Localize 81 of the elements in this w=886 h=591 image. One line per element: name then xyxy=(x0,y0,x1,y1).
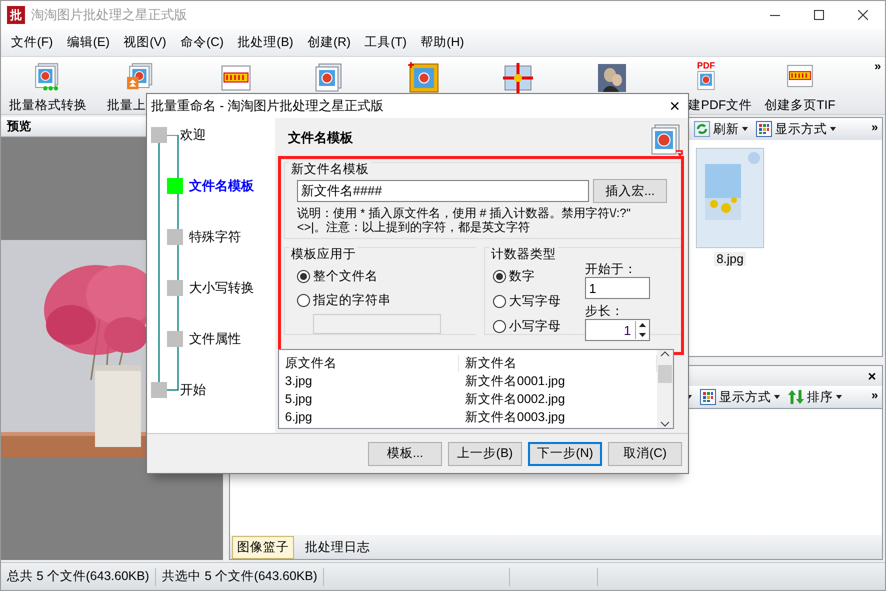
radio-option[interactable]: 大写字母 xyxy=(493,289,561,313)
photo-icon xyxy=(595,61,629,95)
dialog-button[interactable]: 取消(C) xyxy=(608,442,682,466)
scroll-down-icon[interactable] xyxy=(660,420,670,428)
template-field[interactable]: 新文件名#### xyxy=(297,180,589,202)
grid-view-icon xyxy=(700,389,716,405)
more-button[interactable]: » xyxy=(871,388,878,402)
caret-icon xyxy=(774,395,780,399)
dialog-button[interactable]: 上一步(B) xyxy=(448,442,522,466)
radio-option[interactable]: 数字 xyxy=(493,264,561,288)
radio-option[interactable]: 小写字母 xyxy=(493,314,561,338)
tab[interactable]: 批处理日志 xyxy=(300,536,375,558)
table-cell-text: 6.jpg xyxy=(284,410,314,424)
group-title: 新文件名模板 xyxy=(289,162,371,176)
wizard-step[interactable]: 大小写转换 xyxy=(189,280,254,296)
toolbar-button[interactable]: 批量格式转换 xyxy=(9,97,87,114)
table-cell-text: 5.jpg xyxy=(284,392,314,406)
toolbar-button[interactable]: 刷新 xyxy=(694,120,748,138)
window-title: 淘淘图片批处理之星正式版 xyxy=(31,6,188,24)
sort-arrows-icon xyxy=(788,389,804,405)
status-text: 共选中 5 个文件(643.60KB) xyxy=(156,568,324,586)
close-button[interactable]: × xyxy=(868,368,876,384)
toolbar-button[interactable]: 批量上 xyxy=(95,97,146,114)
table-cell-text: 新文件名0003.jpg xyxy=(464,408,566,426)
close-button[interactable]: × xyxy=(665,96,684,116)
caret-icon xyxy=(742,127,748,131)
radio-option[interactable]: 整个文件名 xyxy=(297,264,468,288)
column-header[interactable]: 原文件名 xyxy=(279,354,459,372)
field-label: 开始于： xyxy=(585,262,638,276)
dialog-title: 批量重命名 - 淘淘图片批处理之星正式版 xyxy=(151,97,384,115)
more-button[interactable]: » xyxy=(874,59,881,73)
toolbar-button[interactable]: 创建多页TIF xyxy=(764,97,836,114)
wizard-step[interactable]: 开始 xyxy=(180,382,206,398)
toolbar-button[interactable]: 建PDF文件 xyxy=(688,97,753,114)
refresh-icon xyxy=(694,121,710,137)
menu-item[interactable]: 批处理(B) xyxy=(230,34,300,51)
app-logo: 批 xyxy=(7,6,25,24)
group-title: 模板应用于 xyxy=(289,247,358,261)
wizard-step[interactable]: 文件属性 xyxy=(189,331,241,347)
menu-item[interactable]: 编辑(E) xyxy=(60,34,117,51)
menu-item[interactable]: 视图(V) xyxy=(116,34,174,51)
wizard-step[interactable]: 欢迎 xyxy=(180,127,206,143)
menu-item[interactable]: 命令(C) xyxy=(173,34,231,51)
insert-macro-button[interactable]: 插入宏... xyxy=(593,179,667,203)
spin-up-icon[interactable] xyxy=(636,321,649,330)
scroll-up-icon[interactable] xyxy=(660,350,670,358)
wizard-step[interactable]: 文件名模板 xyxy=(189,178,254,194)
table-cell-text: 3.jpg xyxy=(284,374,314,388)
menu-item[interactable]: 工具(T) xyxy=(358,34,414,51)
toolbar-button[interactable]: 排序 xyxy=(788,388,842,406)
close-icon[interactable] xyxy=(858,10,868,20)
menu-item[interactable]: 创建(R) xyxy=(300,34,358,51)
caret-icon xyxy=(830,127,836,131)
step-spinner[interactable]: 1 xyxy=(585,319,650,341)
table-cell-text: 新文件名0001.jpg xyxy=(464,372,566,390)
radio-option[interactable]: 指定的字符串 xyxy=(297,288,468,312)
field-label: 步长： xyxy=(585,304,625,318)
help-text: 说明：使用 * 插入原文件名，使用 # 插入计数器。禁用字符\/:?"<>|。注意：以上提到的字符，都是英文字符 xyxy=(297,206,632,234)
dialog-button[interactable]: 下一步(N) xyxy=(528,442,602,466)
menu-item[interactable]: 文件(F) xyxy=(4,34,60,51)
start-field[interactable]: 1 xyxy=(585,277,650,299)
menu-item[interactable]: 帮助(H) xyxy=(414,34,472,51)
table-cell-text: 新文件名0002.jpg xyxy=(464,390,566,408)
maximize-icon[interactable] xyxy=(814,10,824,20)
toolbar-button[interactable]: 显示方式 xyxy=(700,388,780,406)
scrollbar[interactable] xyxy=(657,350,673,428)
group-title: 计数器类型 xyxy=(489,247,558,261)
minimize-icon[interactable] xyxy=(770,14,780,16)
status-text: 总共 5 个文件(643.60KB) xyxy=(1,568,156,586)
thumbnail-name[interactable]: 8.jpg xyxy=(714,252,746,266)
dialog-button[interactable]: 模板... xyxy=(368,442,442,466)
caret-icon xyxy=(836,395,842,399)
scroll-thumb[interactable] xyxy=(658,365,672,383)
page-heading: 文件名模板 xyxy=(288,129,353,147)
tab[interactable]: 图像篮子 xyxy=(232,536,294,558)
grid-view-icon xyxy=(756,121,772,137)
spin-down-icon[interactable] xyxy=(636,330,649,339)
toolbar-button[interactable]: 显示方式 xyxy=(756,120,836,138)
panel-title: 预览 xyxy=(7,118,31,135)
more-button[interactable]: » xyxy=(871,120,878,134)
wizard-step[interactable]: 特殊字符 xyxy=(189,229,241,245)
